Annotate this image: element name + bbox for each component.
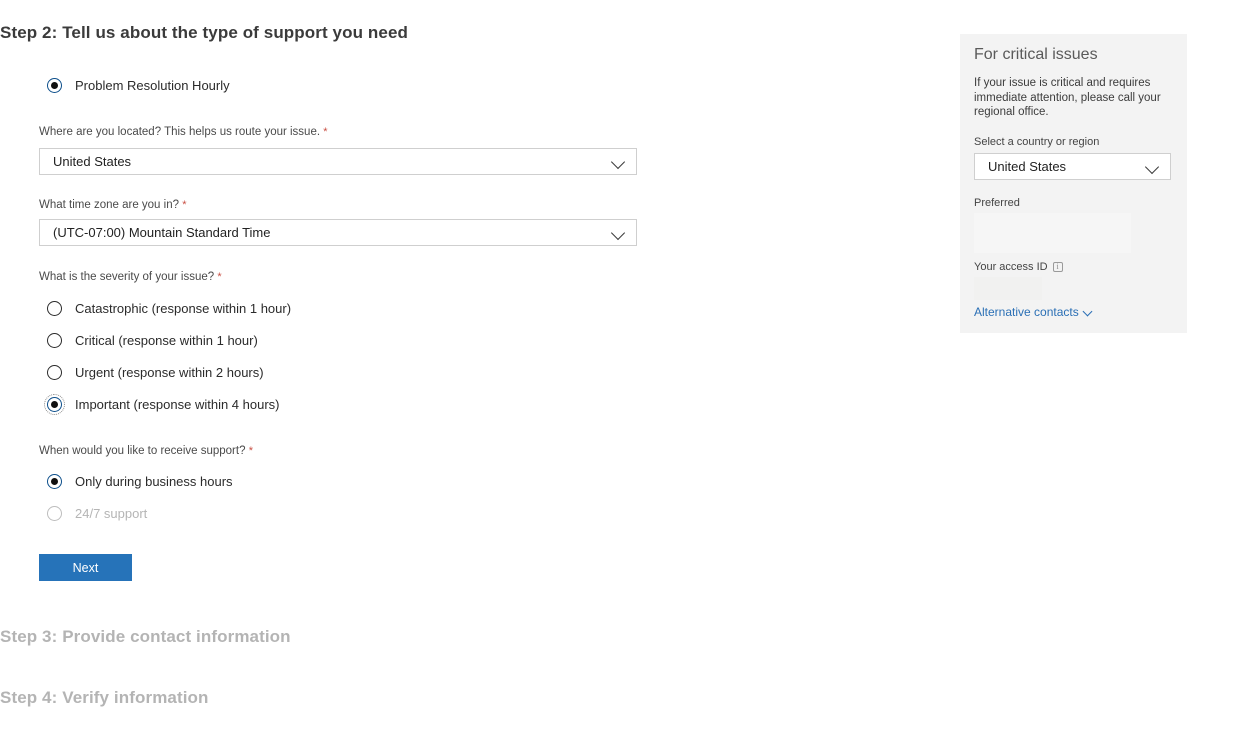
location-label-text: Where are you located? This helps us rou… xyxy=(39,126,320,138)
chevron-down-icon xyxy=(612,157,626,166)
alternative-contacts-label: Alternative contacts xyxy=(974,305,1079,319)
radio-24-7-support[interactable]: 24/7 support xyxy=(47,506,147,521)
radio-business-hours[interactable]: Only during business hours xyxy=(47,474,233,489)
panel-access-id-label: Your access ID xyxy=(974,261,1063,273)
page-title: Step 2: Tell us about the type of suppor… xyxy=(0,23,408,43)
radio-indicator xyxy=(47,506,62,521)
chevron-down-icon xyxy=(612,228,626,237)
radio-severity-urgent[interactable]: Urgent (response within 2 hours) xyxy=(47,365,264,380)
radio-severity-critical[interactable]: Critical (response within 1 hour) xyxy=(47,333,258,348)
panel-country-select[interactable]: United States xyxy=(974,153,1171,180)
next-button[interactable]: Next xyxy=(39,554,132,581)
panel-country-select-value: United States xyxy=(988,159,1066,174)
access-id-placeholder xyxy=(974,277,1042,300)
location-select[interactable]: United States xyxy=(39,148,637,175)
severity-label: What is the severity of your issue? * xyxy=(39,271,222,283)
location-select-value: United States xyxy=(53,154,131,169)
panel-preferred-label: Preferred xyxy=(974,197,1020,209)
step3-heading: Step 3: Provide contact information xyxy=(0,627,291,647)
radio-label: Critical (response within 1 hour) xyxy=(75,333,258,348)
radio-label: 24/7 support xyxy=(75,506,147,521)
required-marker: * xyxy=(323,126,327,138)
alternative-contacts-link[interactable]: Alternative contacts xyxy=(974,305,1093,319)
chevron-down-icon xyxy=(1084,309,1093,316)
radio-indicator xyxy=(47,397,62,412)
timezone-select[interactable]: (UTC-07:00) Mountain Standard Time xyxy=(39,219,637,246)
radio-label: Problem Resolution Hourly xyxy=(75,78,230,93)
severity-label-text: What is the severity of your issue? xyxy=(39,271,214,283)
support-hours-label-text: When would you like to receive support? xyxy=(39,445,245,457)
radio-label: Important (response within 4 hours) xyxy=(75,397,279,412)
radio-severity-catastrophic[interactable]: Catastrophic (response within 1 hour) xyxy=(47,301,291,316)
radio-support-plan[interactable]: Problem Resolution Hourly xyxy=(47,78,230,93)
panel-country-label: Select a country or region xyxy=(974,136,1099,148)
panel-access-id-text: Your access ID xyxy=(974,261,1048,273)
radio-severity-important[interactable]: Important (response within 4 hours) xyxy=(47,397,279,412)
step4-heading: Step 4: Verify information xyxy=(0,688,209,708)
critical-issues-panel: For critical issues If your issue is cri… xyxy=(960,34,1187,333)
support-hours-label: When would you like to receive support? … xyxy=(39,445,253,457)
radio-indicator xyxy=(47,301,62,316)
location-label: Where are you located? This helps us rou… xyxy=(39,126,328,138)
radio-label: Catastrophic (response within 1 hour) xyxy=(75,301,291,316)
required-marker: * xyxy=(217,271,221,283)
radio-indicator xyxy=(47,333,62,348)
radio-indicator xyxy=(47,365,62,380)
radio-label: Urgent (response within 2 hours) xyxy=(75,365,264,380)
required-marker: * xyxy=(249,445,253,457)
required-marker: * xyxy=(182,199,186,211)
radio-label: Only during business hours xyxy=(75,474,233,489)
timezone-label-text: What time zone are you in? xyxy=(39,199,179,211)
panel-description: If your issue is critical and requires i… xyxy=(974,76,1170,120)
timezone-select-value: (UTC-07:00) Mountain Standard Time xyxy=(53,225,270,240)
timezone-label: What time zone are you in? * xyxy=(39,199,186,211)
radio-indicator xyxy=(47,474,62,489)
chevron-down-icon xyxy=(1146,162,1160,171)
panel-title: For critical issues xyxy=(974,46,1098,64)
info-icon[interactable] xyxy=(1053,262,1063,272)
preferred-placeholder xyxy=(974,213,1131,253)
radio-indicator xyxy=(47,78,62,93)
